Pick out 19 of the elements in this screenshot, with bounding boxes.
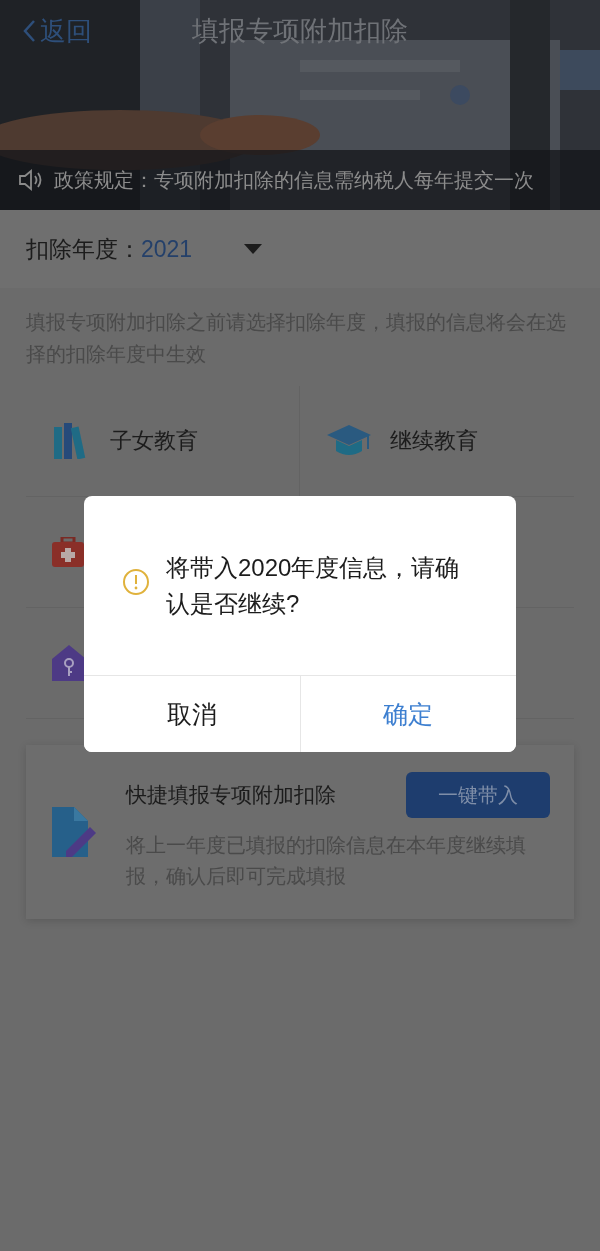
notice-text: 政策规定：专项附加扣除的信息需纳税人每年提交一次 — [54, 167, 534, 193]
quick-fill-title: 快捷填报专项附加扣除 — [126, 782, 336, 808]
year-value: 2021 — [141, 235, 193, 263]
document-pen-icon — [50, 807, 98, 857]
dialog-message: 将带入2020年度信息，请确认是否继续? — [166, 552, 461, 619]
back-button[interactable]: 返回 — [22, 13, 92, 49]
speaker-icon — [18, 169, 44, 191]
caret-icon — [244, 244, 263, 254]
page-title: 填报专项附加扣除 — [192, 15, 408, 48]
year-selector[interactable]: 扣除年度：2021 — [0, 210, 600, 288]
warning-icon — [122, 568, 150, 596]
house-key-icon — [52, 645, 86, 681]
medical-kit-icon — [52, 537, 84, 567]
category-label: 继续教育 — [390, 427, 478, 455]
year-label: 扣除年度： — [26, 234, 141, 264]
back-icon — [22, 19, 36, 43]
category-label: 子女教育 — [110, 427, 198, 455]
import-button[interactable]: 一键带入 — [406, 772, 550, 818]
cancel-button[interactable]: 取消 — [84, 676, 301, 752]
